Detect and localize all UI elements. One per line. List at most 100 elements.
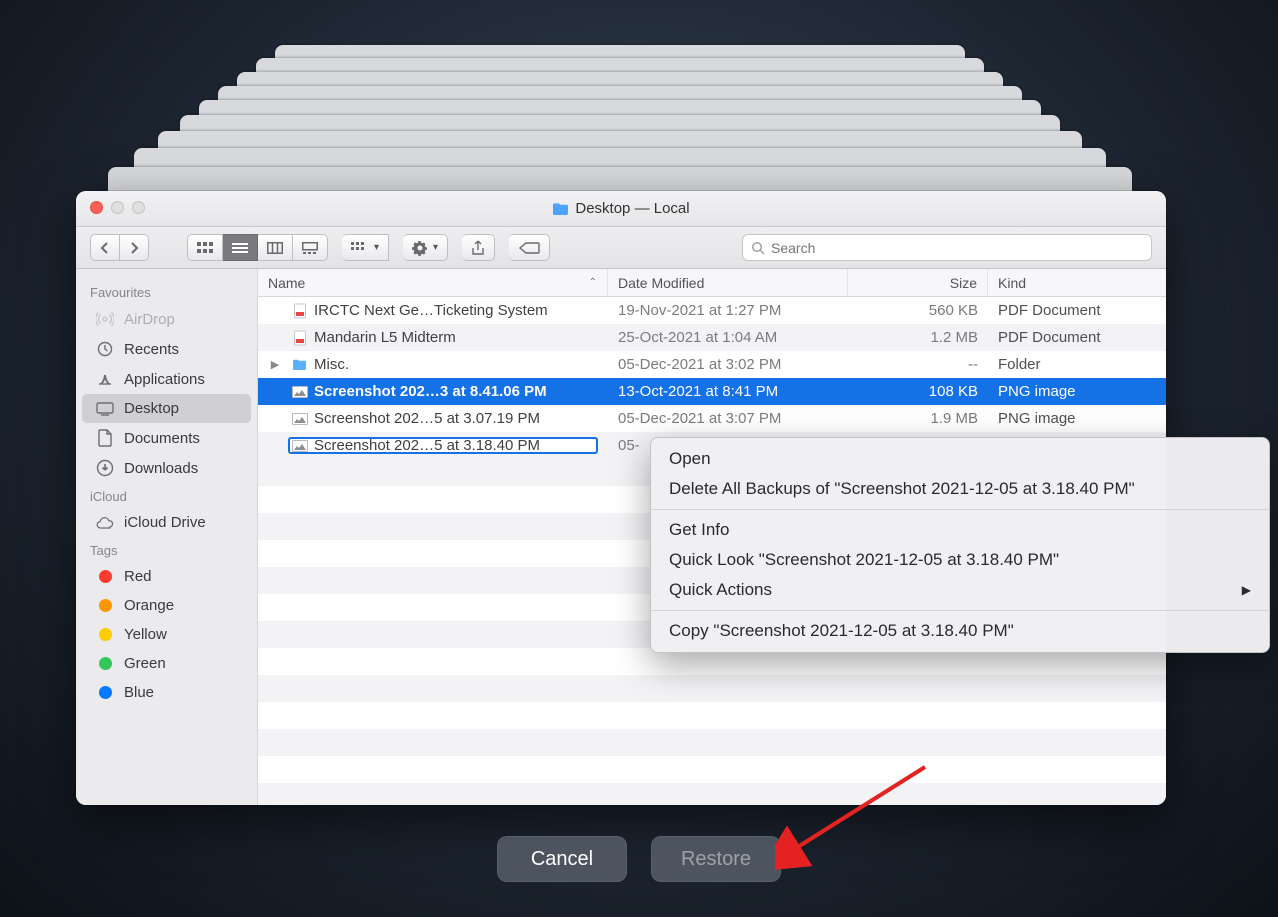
file-name: Misc. xyxy=(314,356,349,373)
sidebar-item-green[interactable]: Green xyxy=(82,649,251,678)
menu-item-label: Open xyxy=(669,449,711,469)
menu-item-label: Quick Actions xyxy=(669,580,772,600)
file-size: 1.2 MB xyxy=(848,329,988,346)
sidebar-item-red[interactable]: Red xyxy=(82,562,251,591)
sidebar-item-icloud-drive[interactable]: iCloud Drive xyxy=(82,508,251,537)
gallery-view-button[interactable] xyxy=(293,234,328,261)
minimize-window-button[interactable] xyxy=(111,201,124,214)
file-row[interactable]: Screenshot 202…3 at 8.41.06 PM13-Oct-202… xyxy=(258,378,1166,405)
search-icon xyxy=(751,241,765,255)
search-field[interactable] xyxy=(742,234,1152,261)
sidebar-item-label: iCloud Drive xyxy=(124,514,206,531)
sidebar-item-label: Green xyxy=(124,655,166,672)
file-size: -- xyxy=(848,356,988,373)
sidebar-item-label: Yellow xyxy=(124,626,167,643)
tag-dot-icon xyxy=(96,686,114,699)
disclosure-triangle-icon[interactable]: ▶ xyxy=(268,358,282,371)
png-file-icon xyxy=(292,384,308,400)
sidebar: FavouritesAirDrop Recents ⋏ Applications Des… xyxy=(76,269,258,805)
action-menu-button[interactable]: ▾ xyxy=(403,234,448,261)
menu-separator xyxy=(651,509,1269,510)
menu-item[interactable]: Quick Actions▶ xyxy=(651,575,1269,605)
column-name[interactable]: Name ⌃ xyxy=(258,269,608,296)
file-size: 1.9 MB xyxy=(848,410,988,427)
sidebar-heading: Tags xyxy=(76,537,257,562)
tag-dot-icon xyxy=(96,657,114,670)
context-menu: Open Delete All Backups of "Screenshot 20… xyxy=(650,437,1270,653)
folder-file-icon xyxy=(292,357,308,373)
maximize-window-button[interactable] xyxy=(132,201,145,214)
sidebar-item-documents[interactable]: Documents xyxy=(82,423,251,453)
sidebar-item-label: Applications xyxy=(124,371,205,388)
file-kind: PNG image xyxy=(988,410,1166,427)
file-name: Screenshot 202…5 at 3.18.40 PM xyxy=(314,437,540,454)
sort-indicator-icon: ⌃ xyxy=(589,277,597,288)
pdf-file-icon xyxy=(292,330,308,346)
sidebar-item-applications[interactable]: ⋏ Applications xyxy=(82,364,251,394)
column-headers: Name ⌃ Date Modified Size Kind xyxy=(258,269,1166,297)
sidebar-item-orange[interactable]: Orange xyxy=(82,591,251,620)
file-row[interactable]: Mandarin L5 Midterm25-Oct-2021 at 1:04 A… xyxy=(258,324,1166,351)
sidebar-item-downloads[interactable]: Downloads xyxy=(82,453,251,483)
sidebar-item-label: Blue xyxy=(124,684,154,701)
column-kind[interactable]: Kind xyxy=(988,269,1166,296)
list-view-button[interactable] xyxy=(223,234,258,261)
file-kind: Folder xyxy=(988,356,1166,373)
png-file-icon xyxy=(292,438,308,454)
window-title: Desktop — Local xyxy=(575,200,689,217)
file-row[interactable]: ▶ Misc. 05-Dec-2021 at 3:02 PM--Folder xyxy=(258,351,1166,378)
sidebar-item-label: Recents xyxy=(124,341,179,358)
downloads-icon xyxy=(96,459,114,477)
file-date: 25-Oct-2021 at 1:04 AM xyxy=(608,329,848,346)
sidebar-item-label: Red xyxy=(124,568,152,585)
sidebar-item-airdrop[interactable]: AirDrop xyxy=(82,304,251,334)
menu-item[interactable]: Get Info xyxy=(651,515,1269,545)
column-view-button[interactable] xyxy=(258,234,293,261)
file-name: IRCTC Next Ge…Ticketing System xyxy=(314,302,548,319)
file-row[interactable]: Screenshot 202…5 at 3.07.19 PM 05-Dec-202… xyxy=(258,405,1166,432)
file-name: Screenshot 202…5 at 3.07.19 PM xyxy=(314,410,540,427)
file-kind: PNG image xyxy=(988,383,1166,400)
menu-item[interactable]: Open xyxy=(651,444,1269,474)
sidebar-item-label: Desktop xyxy=(124,400,179,417)
sidebar-item-blue[interactable]: Blue xyxy=(82,678,251,707)
group-by-button[interactable]: ▾ xyxy=(342,234,389,261)
png-file-icon xyxy=(292,411,308,427)
cancel-button[interactable]: Cancel xyxy=(497,836,627,882)
svg-text:⋏: ⋏ xyxy=(99,371,112,388)
sidebar-item-yellow[interactable]: Yellow xyxy=(82,620,251,649)
column-date-modified[interactable]: Date Modified xyxy=(608,269,848,296)
file-kind: PDF Document xyxy=(988,329,1166,346)
forward-button[interactable] xyxy=(120,234,149,261)
sidebar-item-label: Orange xyxy=(124,597,174,614)
file-name: Screenshot 202…3 at 8.41.06 PM xyxy=(314,383,547,400)
sidebar-item-recents[interactable]: Recents xyxy=(82,334,251,364)
menu-item[interactable]: Delete All Backups of "Screenshot 2021-1… xyxy=(651,474,1269,504)
folder-icon xyxy=(552,202,569,216)
sidebar-item-label: Documents xyxy=(124,430,200,447)
search-input[interactable] xyxy=(771,240,1143,256)
file-date: 05-Dec-2021 at 3:02 PM xyxy=(608,356,848,373)
back-button[interactable] xyxy=(90,234,120,261)
restore-button[interactable]: Restore xyxy=(651,836,781,882)
menu-item[interactable]: Quick Look "Screenshot 2021-12-05 at 3.1… xyxy=(651,545,1269,575)
toolbar: ▾ ▾ xyxy=(76,227,1166,269)
sidebar-item-label: Downloads xyxy=(124,460,198,477)
tag-dot-icon xyxy=(96,628,114,641)
menu-item-label: Copy "Screenshot 2021-12-05 at 3.18.40 P… xyxy=(669,621,1014,641)
icloud-icon xyxy=(96,516,114,530)
file-date: 05-Dec-2021 at 3:07 PM xyxy=(608,410,848,427)
share-button[interactable] xyxy=(462,234,495,261)
close-window-button[interactable] xyxy=(90,201,103,214)
sidebar-heading: Favourites xyxy=(76,279,257,304)
column-size[interactable]: Size xyxy=(848,269,988,296)
action-bar: Cancel Restore xyxy=(0,836,1278,882)
icon-view-button[interactable] xyxy=(187,234,223,261)
tag-dot-icon xyxy=(96,599,114,612)
menu-item-label: Quick Look "Screenshot 2021-12-05 at 3.1… xyxy=(669,550,1059,570)
menu-item[interactable]: Copy "Screenshot 2021-12-05 at 3.18.40 P… xyxy=(651,616,1269,646)
tags-button[interactable] xyxy=(509,234,550,261)
file-row[interactable]: IRCTC Next Ge…Ticketing System19-Nov-202… xyxy=(258,297,1166,324)
sidebar-item-desktop[interactable]: Desktop xyxy=(82,394,251,423)
file-kind: PDF Document xyxy=(988,302,1166,319)
